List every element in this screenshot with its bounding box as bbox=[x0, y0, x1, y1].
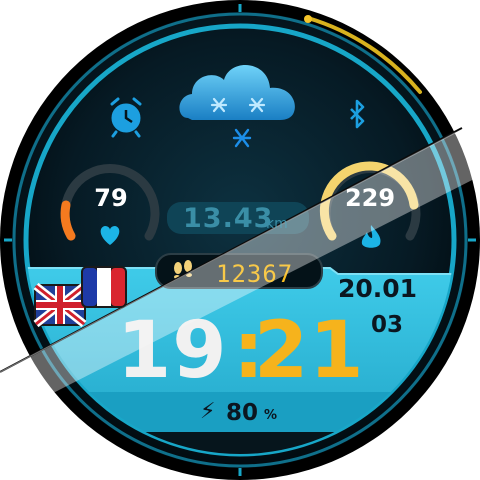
steps-value: 12367 bbox=[216, 260, 294, 288]
distance-value: 13.43 bbox=[183, 203, 274, 234]
time-minute: 21 bbox=[254, 306, 365, 396]
calories-value: 229 bbox=[344, 184, 396, 212]
france-flag-icon[interactable] bbox=[81, 266, 127, 308]
time-hour: 19 bbox=[117, 306, 228, 396]
bolt-icon: ⚡ bbox=[200, 399, 216, 424]
date-value: 20.01 bbox=[338, 274, 418, 303]
seconds-marker bbox=[304, 15, 312, 23]
watch-face: 79 229 13.43 km 12367 20.01 19 : 21 03 ⚡… bbox=[0, 0, 480, 480]
uk-flag-icon[interactable] bbox=[33, 282, 87, 328]
time-seconds: 03 bbox=[371, 312, 404, 338]
battery-value: 80 bbox=[226, 400, 259, 426]
heart-rate-value: 79 bbox=[94, 184, 128, 212]
distance-unit: km bbox=[266, 216, 288, 232]
battery-unit: % bbox=[264, 408, 278, 423]
